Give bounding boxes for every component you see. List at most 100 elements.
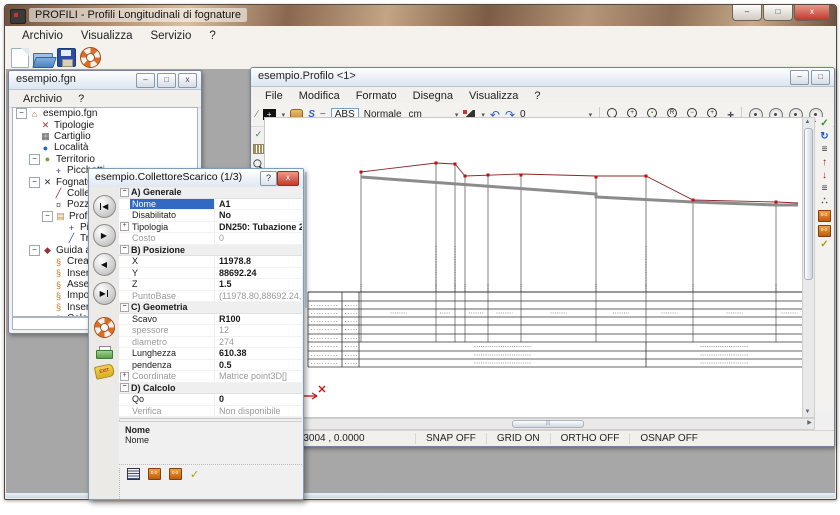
main-menu-item-visualizza[interactable]: Visualizza [72, 28, 142, 44]
property-row-qo[interactable]: Qo0 [119, 394, 302, 406]
property-value[interactable]: 12 [215, 325, 302, 335]
property-row-disabilitato[interactable]: DisabilitatoNo [119, 210, 302, 222]
expand-toggle-icon[interactable]: − [120, 383, 129, 392]
property-row-verifica[interactable]: VerificaNon disponibile [119, 406, 302, 418]
property-name[interactable]: diametro [130, 337, 215, 348]
exit-icon[interactable]: EXIT [93, 363, 114, 380]
vscroll-thumb[interactable] [804, 128, 813, 280]
expand-toggle-icon[interactable]: − [29, 177, 40, 188]
expand-toggle-icon[interactable]: − [120, 418, 129, 419]
nav-prev-button[interactable]: ◀ [93, 253, 116, 276]
property-row-coordinate[interactable]: +CoordinateMatrice point3D[] [119, 371, 302, 383]
links-icon[interactable]: ∴ [821, 197, 827, 207]
tree-minimize-button[interactable]: – [136, 73, 155, 88]
property-category-row[interactable]: −C) Geometria [119, 302, 302, 314]
check-icon[interactable]: ✓ [820, 240, 828, 250]
property-value[interactable]: (11978.80,88692.24,31.92) [215, 291, 302, 301]
expand-toggle-icon[interactable]: − [120, 245, 129, 254]
property-name[interactable]: Qo [130, 394, 215, 405]
expand-toggle-icon[interactable]: − [16, 108, 27, 119]
property-name[interactable]: Nome [130, 199, 215, 210]
tree-item-territorio[interactable]: −●Territorio [13, 154, 197, 165]
list2-icon[interactable]: ≡ [822, 184, 828, 194]
vertical-scrollbar[interactable]: ▲ ▼ [802, 117, 815, 418]
close-button[interactable]: x [794, 5, 830, 21]
status-snap-off[interactable]: SNAP OFF [415, 433, 486, 444]
tree-item-cartiglio[interactable]: ▦Cartiglio [13, 131, 197, 142]
property-value[interactable]: 1.5 [215, 279, 302, 289]
profile-maximize-button[interactable]: □ [811, 70, 830, 85]
tree-close-button[interactable]: x [178, 73, 197, 88]
basket-icon[interactable]: oo [818, 210, 831, 222]
tree-item-tipologie[interactable]: ✕Tipologie [13, 119, 197, 130]
move-up-icon[interactable]: ↑ [822, 158, 827, 168]
minimize-button[interactable]: – [732, 5, 762, 21]
property-category-row[interactable]: −B) Posizione [119, 245, 302, 257]
property-name[interactable]: PuntoBase [130, 291, 215, 302]
move-down-icon[interactable]: ↓ [822, 171, 827, 181]
hscroll-thumb[interactable]: ||| [512, 420, 584, 428]
main-titlebar[interactable]: PROFILI - Profili Longitudinali di fogna… [5, 5, 836, 26]
open-folder-icon[interactable] [33, 53, 53, 67]
property-name[interactable]: spessore [130, 325, 215, 336]
expand-toggle-icon[interactable]: + [120, 372, 129, 381]
property-row-pendenza[interactable]: pendenza0.5 [119, 360, 302, 372]
draw-check-icon[interactable]: ✓ [255, 129, 263, 140]
property-row-diametro[interactable]: diametro274 [119, 337, 302, 349]
status-grid-on[interactable]: GRID ON [486, 433, 550, 444]
expand-toggle-icon[interactable]: − [29, 154, 40, 165]
new-file-icon[interactable] [11, 48, 29, 68]
property-row-scavo[interactable]: ScavoR100 [119, 314, 302, 326]
property-value[interactable]: DN250: Tubazione 250mm [215, 222, 302, 232]
list-icon[interactable]: ≡ [822, 145, 828, 155]
main-menu-item-?[interactable]: ? [200, 28, 224, 44]
profile-menu-item-modifica[interactable]: Modifica [291, 89, 348, 103]
property-value[interactable]: No [215, 210, 302, 220]
property-value[interactable]: 610.38 [215, 348, 302, 358]
tree-window-titlebar[interactable]: esempio.fgn – □ x [9, 71, 201, 90]
tree-item-esempiofgn[interactable]: −⌂esempio.fgn [13, 108, 197, 119]
help-lifebuoy-icon[interactable] [80, 47, 101, 68]
maximize-button[interactable]: □ [763, 5, 793, 21]
tree-menu-item-archivio[interactable]: Archivio [15, 92, 70, 106]
nav-first-button[interactable]: ◀ [93, 195, 116, 218]
basket-icon[interactable]: oo [148, 468, 161, 480]
property-category-row[interactable]: −D.1) Verifica Idraulic [119, 417, 302, 419]
help-lifebuoy-icon[interactable] [94, 317, 115, 338]
expand-toggle-icon[interactable]: − [29, 245, 40, 256]
categorized-view-icon[interactable] [127, 468, 140, 480]
profile-menu-item-file[interactable]: File [257, 89, 291, 103]
dialog-close-button[interactable]: x [277, 171, 299, 186]
profile-menu-item-visualizza[interactable]: Visualizza [461, 89, 526, 103]
property-name[interactable]: Lunghezza [130, 348, 215, 359]
tree-item-localit[interactable]: ●Località [13, 142, 197, 153]
property-row-tipologia[interactable]: +TipologiaDN250: Tubazione 250mm [119, 222, 302, 234]
property-name[interactable]: X [130, 256, 215, 267]
property-name[interactable]: Verifica [130, 406, 215, 417]
property-value[interactable]: 88692.24 [215, 268, 302, 278]
check-icon[interactable]: ✓ [190, 468, 199, 481]
dialog-titlebar[interactable]: esempio.CollettoreScarico (1/3) ? x [89, 169, 303, 188]
property-row-y[interactable]: Y88692.24 [119, 268, 302, 280]
basket2-icon[interactable]: oo [169, 468, 182, 480]
horizontal-scrollbar[interactable]: ◀ ||| ▶ [264, 418, 815, 430]
property-name[interactable]: pendenza [130, 360, 215, 371]
property-value[interactable]: Non disponibile [215, 406, 302, 416]
property-row-lunghezza[interactable]: Lunghezza610.38 [119, 348, 302, 360]
profile-canvas[interactable] [264, 117, 806, 418]
property-row-z[interactable]: Z1.5 [119, 279, 302, 291]
property-name[interactable]: Z [130, 279, 215, 290]
property-row-spessore[interactable]: spessore12 [119, 325, 302, 337]
dialog-help-button[interactable]: ? [260, 171, 277, 186]
profile-menu-item-?[interactable]: ? [526, 89, 548, 103]
expand-toggle-icon[interactable]: − [120, 188, 129, 197]
main-menu-item-archivio[interactable]: Archivio [13, 28, 72, 44]
main-menu-item-servizio[interactable]: Servizio [141, 28, 200, 44]
tree-restore-button[interactable]: □ [157, 73, 176, 88]
property-name[interactable]: Scavo [130, 314, 215, 325]
property-category-row[interactable]: −A) Generale [119, 187, 302, 199]
pencil-icon[interactable]: ∕ [256, 109, 258, 120]
property-category-row[interactable]: −D) Calcolo [119, 383, 302, 395]
nav-next-button[interactable]: ▶ [93, 224, 116, 247]
property-name[interactable]: Disabilitato [130, 210, 215, 221]
